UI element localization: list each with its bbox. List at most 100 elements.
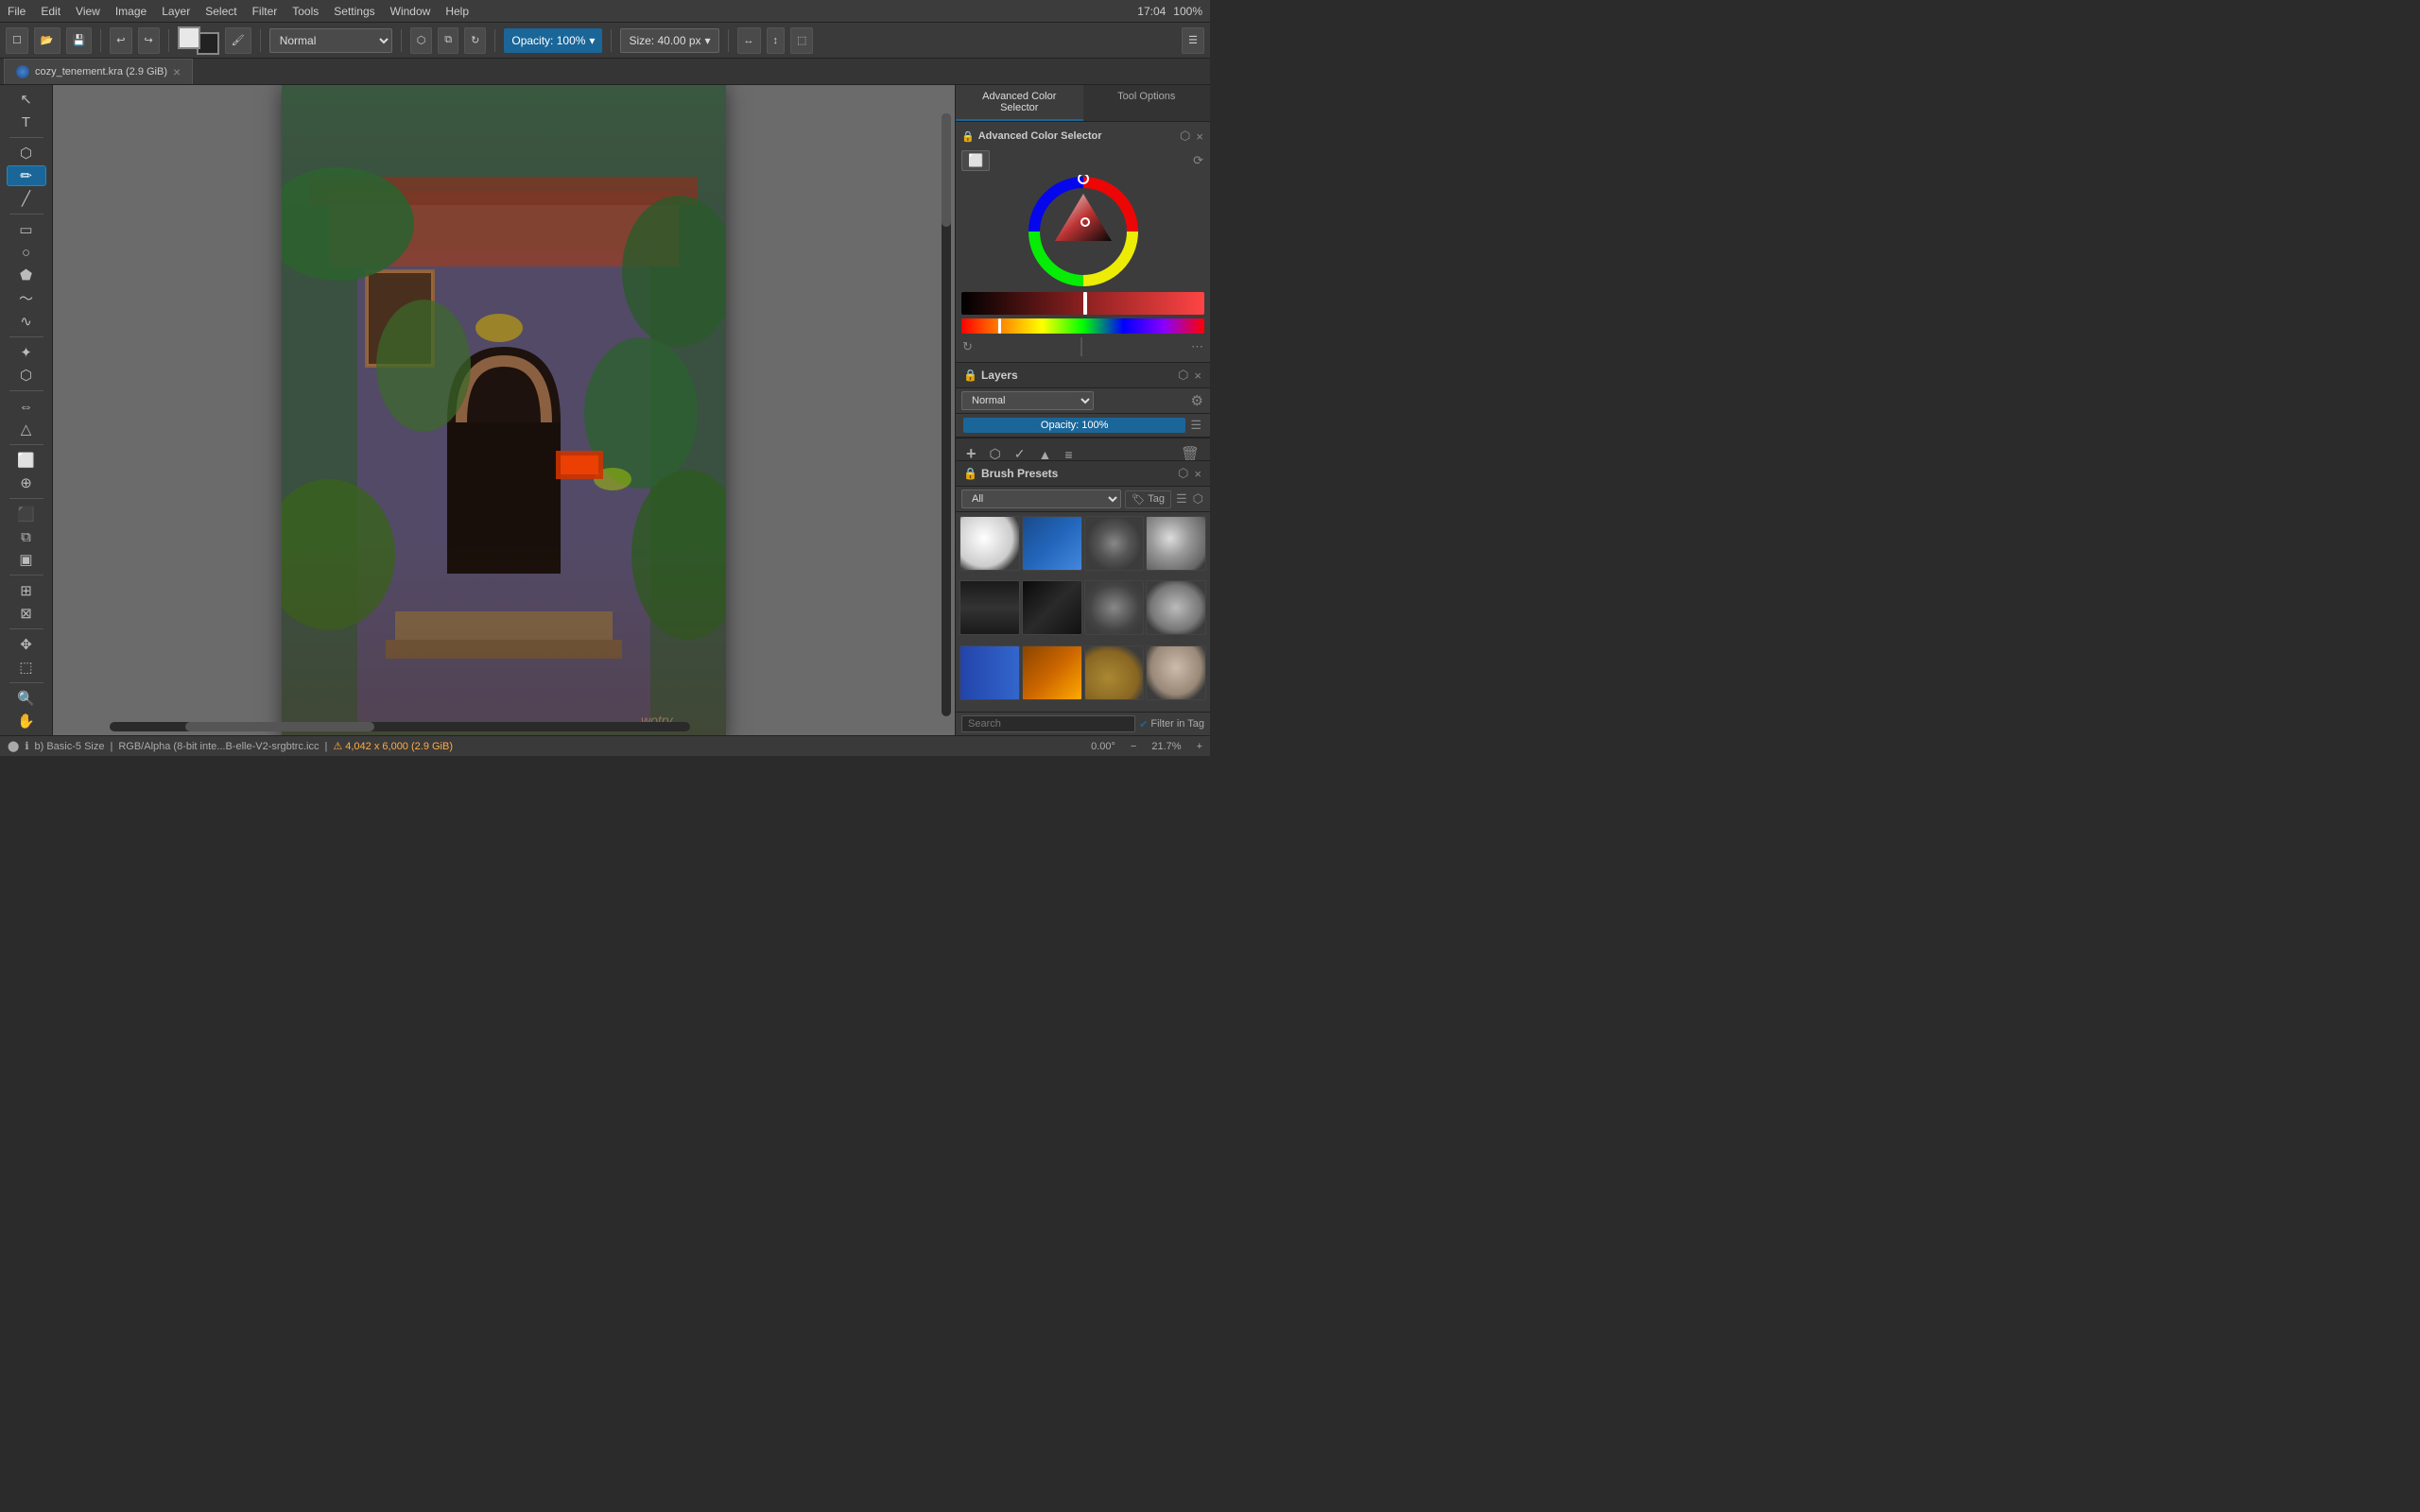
brush-tag-filter-select[interactable]: All bbox=[961, 490, 1121, 508]
polygon-tool-btn[interactable]: ⬟ bbox=[7, 265, 46, 285]
paint-brush-btn[interactable]: ✏ bbox=[7, 165, 46, 186]
crop-tool-btn[interactable]: ⬚ bbox=[7, 657, 46, 678]
color-sampler-btn[interactable]: ⊕ bbox=[7, 472, 46, 493]
layers-detach-btn[interactable]: ⬡ bbox=[1177, 367, 1189, 384]
canvas-image[interactable]: wotry bbox=[282, 85, 726, 735]
brush-search-input[interactable] bbox=[961, 715, 1135, 732]
color-swatches[interactable] bbox=[178, 26, 219, 55]
layout-btn[interactable]: ⬚ bbox=[790, 27, 813, 54]
foreground-color-swatch[interactable] bbox=[178, 26, 200, 49]
color-selector-grid-btn[interactable]: ⬜ bbox=[961, 150, 990, 171]
erase-btn[interactable]: ⬡ bbox=[410, 27, 433, 54]
panel-layout-btn[interactable]: ☰ bbox=[1182, 27, 1204, 54]
brush-tag-btn[interactable]: 🏷 Tag bbox=[1125, 490, 1171, 508]
tab-tool-options[interactable]: Tool Options bbox=[1083, 85, 1211, 121]
menu-window[interactable]: Window bbox=[390, 5, 431, 18]
color-selector-detach-btn[interactable]: ⬡ bbox=[1179, 128, 1191, 145]
brush-item-2[interactable] bbox=[1022, 516, 1082, 571]
brush-item-1[interactable] bbox=[959, 516, 1020, 571]
smart-patch-btn[interactable]: ⬡ bbox=[7, 365, 46, 386]
filter-in-tag-toggle[interactable]: ✔ Filter in Tag bbox=[1139, 718, 1204, 730]
delete-layer-btn[interactable]: 🗑 bbox=[1176, 442, 1204, 462]
status-info-btn[interactable]: ℹ bbox=[25, 740, 28, 752]
color-selector-close-btn[interactable]: × bbox=[1195, 128, 1204, 145]
measure-tool-btn[interactable]: △ bbox=[7, 419, 46, 439]
refresh-btn[interactable]: ↻ bbox=[464, 27, 486, 54]
brush-grid-view-btn[interactable]: ⬡ bbox=[1192, 490, 1204, 507]
preserve-alpha-btn[interactable]: ⧉ bbox=[438, 27, 458, 54]
v-scrollbar-thumb[interactable] bbox=[942, 113, 951, 227]
menu-layer[interactable]: Layer bbox=[162, 5, 190, 18]
hue-bar[interactable] bbox=[961, 318, 1204, 334]
copy-layer-btn[interactable]: ⬡ bbox=[985, 443, 1006, 461]
color-expand-btn[interactable]: ⋯ bbox=[1190, 338, 1204, 355]
horizontal-scrollbar[interactable] bbox=[110, 722, 690, 731]
document-tab[interactable]: cozy_tenement.kra (2.9 GiB) × bbox=[4, 59, 193, 84]
menu-filter[interactable]: Filter bbox=[252, 5, 278, 18]
move-layer-up-btn[interactable]: ▲ bbox=[1033, 444, 1056, 462]
brush-item-12[interactable] bbox=[1146, 645, 1206, 700]
brush-item-4[interactable] bbox=[1146, 516, 1206, 571]
color-selector-settings-btn[interactable]: ⟳ bbox=[1192, 152, 1204, 169]
freehand-selection-btn[interactable]: ⬡ bbox=[7, 143, 46, 163]
contiguous-selection-btn[interactable]: ⊞ bbox=[7, 580, 46, 601]
h-scrollbar-thumb[interactable] bbox=[185, 722, 374, 731]
menu-image[interactable]: Image bbox=[115, 5, 147, 18]
rectangle-tool-btn[interactable]: ▭ bbox=[7, 219, 46, 240]
menu-select[interactable]: Select bbox=[205, 5, 236, 18]
brush-presets-close-btn[interactable]: × bbox=[1193, 465, 1202, 482]
color-wheel[interactable] bbox=[1027, 175, 1140, 288]
brush-item-8[interactable] bbox=[1146, 580, 1206, 635]
move-tool-btn[interactable]: ✥ bbox=[7, 634, 46, 655]
selection-tool-btn[interactable]: ↖ bbox=[7, 89, 46, 110]
canvas-container[interactable]: wotry bbox=[282, 85, 726, 735]
brush-item-6[interactable] bbox=[1022, 580, 1082, 635]
color-wheel-container[interactable] bbox=[961, 175, 1204, 288]
menu-help[interactable]: Help bbox=[445, 5, 469, 18]
ellipse-tool-btn[interactable]: ○ bbox=[7, 242, 46, 263]
menu-file[interactable]: File bbox=[8, 5, 26, 18]
mirror-h-btn[interactable]: ↔ bbox=[737, 27, 761, 54]
brush-preset-btn[interactable]: 🖌 bbox=[225, 27, 251, 54]
tab-advanced-color-selector[interactable]: Advanced Color Selector bbox=[956, 85, 1083, 121]
gradient-tool-btn[interactable]: ▣ bbox=[7, 549, 46, 570]
layers-filter-btn[interactable]: ⚙ bbox=[1190, 391, 1204, 410]
freehand-path-btn[interactable]: 〜 bbox=[7, 287, 46, 309]
color-refresh-btn[interactable]: ↻ bbox=[961, 338, 974, 355]
mirror-v-btn[interactable]: ↕ bbox=[767, 27, 786, 54]
brush-item-9[interactable] bbox=[959, 645, 1020, 700]
brush-item-3[interactable] bbox=[1084, 516, 1145, 571]
menu-tools[interactable]: Tools bbox=[292, 5, 319, 18]
size-dropdown-icon[interactable]: ▾ bbox=[705, 34, 711, 47]
layer-blend-mode-select[interactable]: Normal bbox=[961, 391, 1094, 410]
merge-down-btn[interactable]: ✓ bbox=[1010, 443, 1030, 461]
brush-item-7[interactable] bbox=[1084, 580, 1145, 635]
brush-item-10[interactable] bbox=[1022, 645, 1082, 700]
redo-btn[interactable]: ↪ bbox=[138, 27, 160, 54]
hue-handle[interactable] bbox=[998, 318, 1001, 334]
brush-presets-detach-btn[interactable]: ⬡ bbox=[1177, 465, 1189, 482]
status-zoom-in-btn[interactable]: + bbox=[1197, 741, 1202, 752]
status-zoom-out-btn[interactable]: − bbox=[1131, 741, 1136, 752]
dynamic-brush-btn[interactable]: ∿ bbox=[7, 311, 46, 332]
status-record-btn[interactable]: ⬤ bbox=[8, 740, 19, 752]
add-layer-btn[interactable]: + bbox=[961, 441, 981, 461]
layers-close-btn[interactable]: × bbox=[1193, 367, 1202, 384]
smart-fill-btn[interactable]: ⧉ bbox=[7, 526, 46, 547]
zoom-tool-btn[interactable]: 🔍 bbox=[7, 688, 46, 709]
text-tool-btn[interactable]: T bbox=[7, 112, 46, 132]
pan-tool-btn[interactable]: ✋ bbox=[7, 711, 46, 731]
brush-item-11[interactable] bbox=[1084, 645, 1145, 700]
assistant-tool-btn[interactable]: ✦ bbox=[7, 342, 46, 363]
canvas-area[interactable]: wotry bbox=[53, 85, 955, 735]
new-document-btn[interactable]: ☐ bbox=[6, 27, 28, 54]
vertical-scrollbar[interactable] bbox=[942, 113, 951, 716]
line-tool-btn[interactable]: ╱ bbox=[7, 188, 46, 209]
opacity-dropdown-icon[interactable]: ▾ bbox=[589, 34, 595, 47]
brush-item-5[interactable] bbox=[959, 580, 1020, 635]
save-file-btn[interactable]: 💾 bbox=[66, 27, 93, 54]
reference-tool-btn[interactable]: ⬜ bbox=[7, 450, 46, 471]
blend-mode-select[interactable]: Normal bbox=[269, 28, 392, 53]
filter-checkbox[interactable]: ✔ bbox=[1139, 718, 1148, 730]
value-gradient-bar[interactable] bbox=[961, 292, 1204, 315]
